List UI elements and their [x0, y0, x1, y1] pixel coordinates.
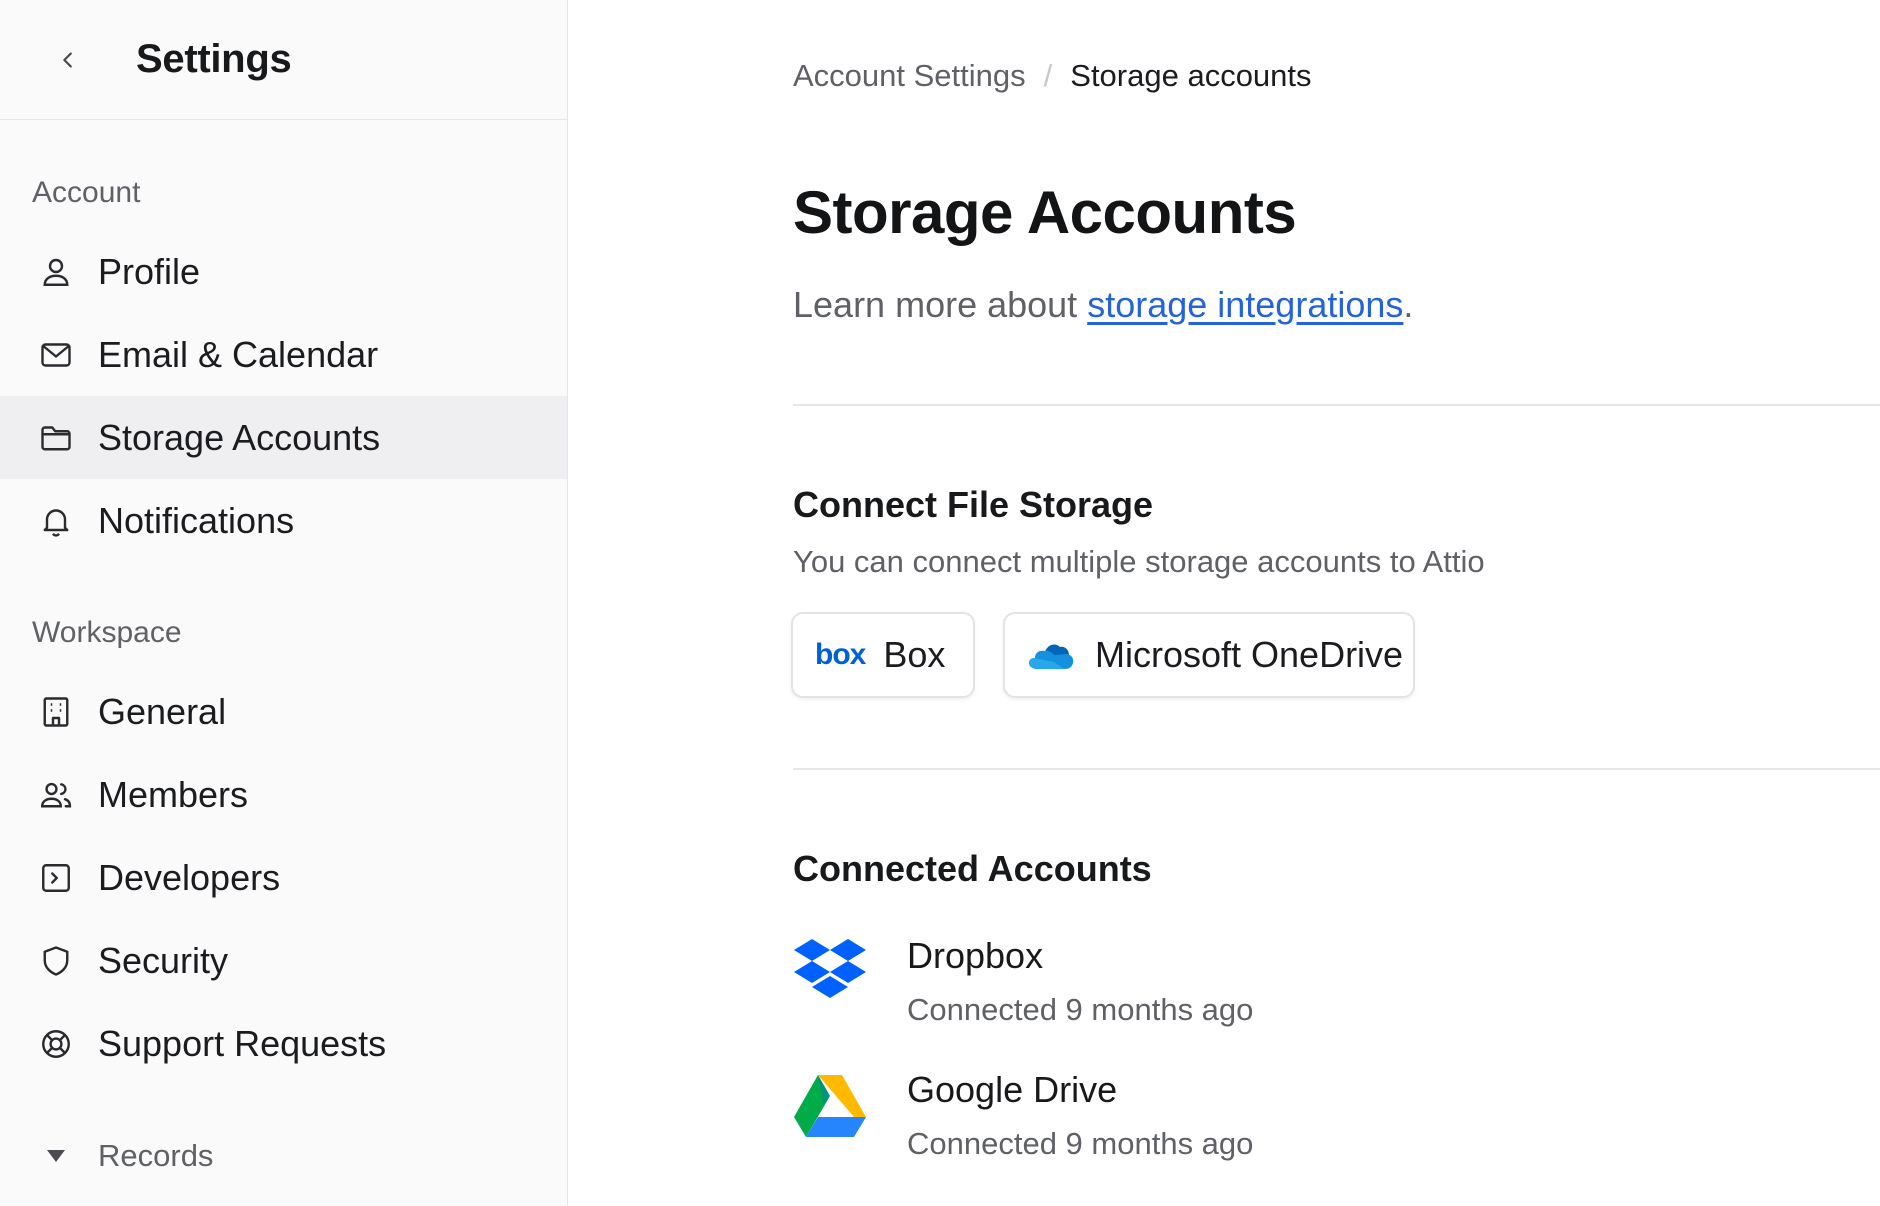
sidebar-item-label: Storage Accounts	[98, 416, 381, 458]
section-label-workspace: Workspace	[32, 616, 182, 649]
dropbox-icon	[793, 934, 867, 1008]
back-button[interactable]	[48, 40, 88, 80]
section-divider	[793, 404, 1880, 406]
settings-sidebar: Settings Account Profile Email & Calenda…	[0, 0, 568, 1206]
section-label-account: Account	[32, 176, 141, 209]
workspace-nav: General Members Developers Security Supp…	[0, 670, 567, 1085]
account-status: Connected 9 months ago	[907, 992, 1254, 1027]
section-divider	[793, 768, 1880, 770]
lifebuoy-icon	[36, 1024, 76, 1064]
connected-accounts-heading: Connected Accounts	[793, 848, 1152, 889]
box-logo-icon: box	[815, 638, 866, 671]
connect-onedrive-label: Microsoft OneDrive	[1095, 634, 1404, 675]
sidebar-item-general[interactable]: General	[0, 670, 567, 753]
sidebar-item-members[interactable]: Members	[0, 753, 567, 836]
connect-box-label: Box	[883, 634, 946, 675]
sidebar-title: Settings	[136, 37, 292, 81]
sidebar-item-support-requests[interactable]: Support Requests	[0, 1002, 567, 1085]
connected-account-google-drive[interactable]: Google Drive Connected 9 months ago	[793, 1068, 1253, 1162]
sidebar-item-notifications[interactable]: Notifications	[0, 479, 567, 562]
account-status: Connected 9 months ago	[907, 1126, 1254, 1161]
connect-storage-heading: Connect File Storage	[793, 484, 1154, 525]
bell-icon	[36, 501, 76, 541]
connect-onedrive-button[interactable]: Microsoft OneDrive	[1003, 612, 1415, 698]
terminal-icon	[36, 858, 76, 898]
breadcrumb-current: Storage accounts	[1070, 58, 1312, 93]
connect-storage-description: You can connect multiple storage account…	[793, 544, 1485, 579]
sidebar-header: Settings	[0, 0, 567, 120]
breadcrumb-parent-link[interactable]: Account Settings	[793, 58, 1026, 94]
learn-more-prefix: Learn more about	[793, 284, 1088, 325]
folder-icon	[36, 418, 76, 458]
sidebar-item-security[interactable]: Security	[0, 919, 567, 1002]
sidebar-item-label: Developers	[98, 856, 281, 898]
sidebar-item-label: Notifications	[98, 499, 295, 541]
google-drive-icon	[793, 1068, 867, 1142]
account-name: Google Drive	[907, 1069, 1118, 1110]
users-icon	[36, 775, 76, 815]
sidebar-item-label: Support Requests	[98, 1022, 387, 1064]
breadcrumb: Account Settings / Storage accounts	[793, 58, 1312, 94]
account-details: Google Drive Connected 9 months ago	[907, 1068, 1253, 1162]
user-icon	[36, 252, 76, 292]
sidebar-item-developers[interactable]: Developers	[0, 836, 567, 919]
building-icon	[36, 692, 76, 732]
mail-icon	[36, 335, 76, 375]
chevron-left-icon	[63, 51, 72, 68]
sidebar-item-label: Email & Calendar	[98, 333, 379, 375]
learn-more-text: Learn more about storage integrations.	[793, 284, 1413, 326]
onedrive-cloud-icon	[1027, 640, 1075, 670]
sidebar-item-label: General	[98, 690, 227, 732]
sidebar-item-profile[interactable]: Profile	[0, 230, 567, 313]
learn-more-suffix: .	[1403, 284, 1414, 325]
connect-box-button[interactable]: box Box	[791, 612, 975, 698]
account-name: Dropbox	[907, 935, 1044, 976]
storage-integrations-link[interactable]: storage integrations	[1087, 284, 1403, 325]
sidebar-item-label: Security	[98, 939, 229, 981]
records-label: Records	[98, 1138, 214, 1173]
main-content: Account Settings / Storage accounts Stor…	[569, 0, 1880, 1206]
account-details: Dropbox Connected 9 months ago	[907, 934, 1253, 1028]
sidebar-item-label: Members	[98, 773, 249, 815]
breadcrumb-separator: /	[1043, 58, 1053, 93]
shield-icon	[36, 941, 76, 981]
account-nav: Profile Email & Calendar Storage Account…	[0, 230, 567, 562]
records-section-toggle[interactable]: Records	[0, 1138, 213, 1174]
connected-account-dropbox[interactable]: Dropbox Connected 9 months ago	[793, 934, 1253, 1028]
sidebar-item-storage-accounts[interactable]: Storage Accounts	[0, 396, 567, 479]
sidebar-item-email-calendar[interactable]: Email & Calendar	[0, 313, 567, 396]
page-title: Storage Accounts	[793, 179, 1297, 246]
caret-down-icon	[44, 1144, 68, 1168]
sidebar-item-label: Profile	[98, 250, 201, 292]
